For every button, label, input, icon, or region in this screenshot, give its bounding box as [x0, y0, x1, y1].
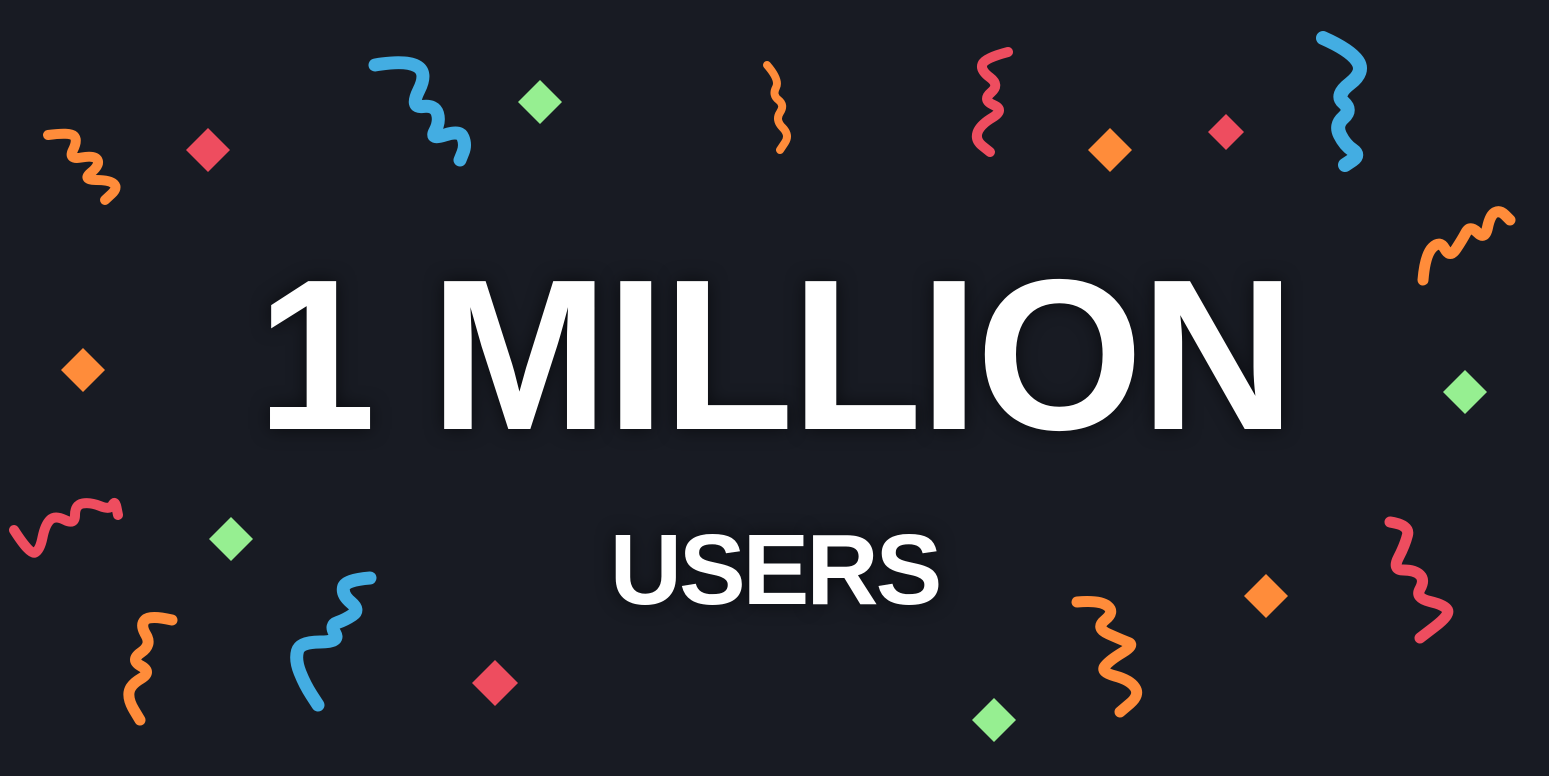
confetti-squiggle [1316, 31, 1367, 172]
confetti-squiggle [763, 61, 791, 154]
confetti-diamond [518, 80, 562, 124]
headline-text: 1 MILLION [256, 234, 1295, 475]
confetti-diamond [186, 128, 230, 172]
confetti-diamond [1208, 114, 1244, 150]
subheadline-text: USERS [609, 514, 943, 626]
confetti-squiggle [123, 612, 178, 726]
confetti-diamond [472, 660, 518, 706]
confetti-squiggle [43, 128, 121, 205]
confetti-diamond [1088, 128, 1132, 172]
confetti-squiggle [971, 47, 1013, 157]
confetti-squiggle [368, 56, 471, 167]
confetti-diamond [972, 698, 1016, 742]
